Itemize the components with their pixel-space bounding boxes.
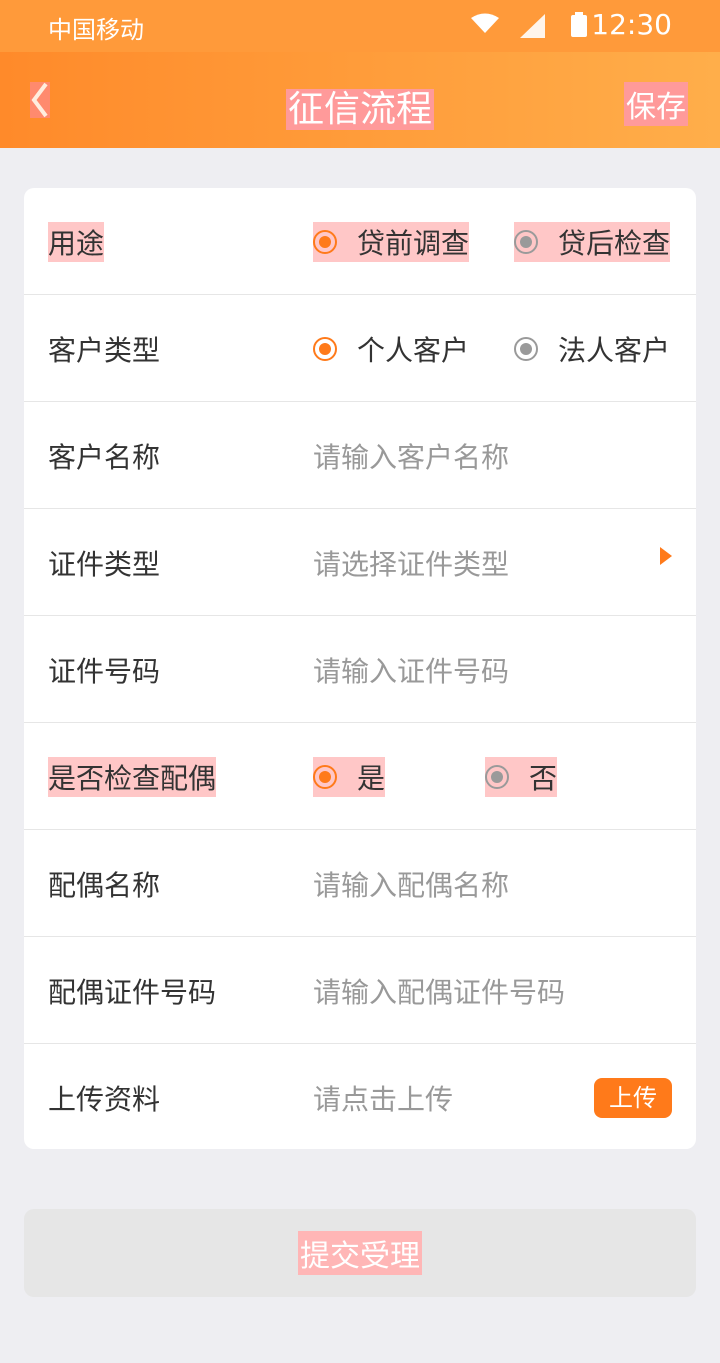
- id-number-input[interactable]: 请输入证件号码: [313, 650, 509, 690]
- id-number-label: 证件号码: [48, 655, 161, 688]
- radio-selected-icon: [313, 230, 337, 254]
- radio-label: 个人客户: [357, 334, 470, 367]
- nav-bar: 征信流程 保存: [0, 52, 720, 148]
- radio-corporate[interactable]: 法人客户: [514, 329, 670, 369]
- radio-selected-icon: [313, 765, 337, 789]
- spouse-id-input[interactable]: 请输入配偶证件号码: [313, 971, 565, 1011]
- radio-label: 否: [529, 762, 558, 795]
- radio-yes[interactable]: 是: [313, 757, 386, 797]
- upload-hint[interactable]: 请点击上传: [313, 1078, 453, 1118]
- customer-type-label: 客户类型: [48, 334, 161, 367]
- radio-no[interactable]: 否: [485, 757, 558, 797]
- save-button[interactable]: 保存: [624, 82, 688, 126]
- row-id-number: 证件号码 请输入证件号码: [24, 616, 696, 723]
- row-usage: 用途 贷前调查 贷后检查: [24, 188, 696, 295]
- row-id-type[interactable]: 证件类型 请选择证件类型: [24, 509, 696, 616]
- id-type-label: 证件类型: [48, 548, 161, 581]
- usage-label: 用途: [48, 222, 105, 262]
- upload-button[interactable]: 上传: [594, 1078, 672, 1118]
- radio-unselected-icon: [514, 337, 538, 361]
- clock: 12:30: [591, 8, 672, 41]
- radio-label: 法人客户: [558, 334, 671, 367]
- customer-name-input[interactable]: 请输入客户名称: [313, 436, 509, 476]
- wifi-icon: [470, 12, 500, 38]
- radio-post-loan[interactable]: 贷后检查: [514, 222, 671, 262]
- radio-pre-loan[interactable]: 贷前调查: [313, 222, 470, 262]
- radio-unselected-icon: [514, 230, 538, 254]
- radio-selected-icon: [313, 337, 337, 361]
- row-upload: 上传资料 请点击上传 上传: [24, 1044, 696, 1149]
- spouse-id-label: 配偶证件号码: [48, 976, 217, 1009]
- check-spouse-label: 是否检查配偶: [48, 757, 217, 797]
- submit-label: 提交受理: [298, 1231, 422, 1275]
- radio-unselected-icon: [485, 765, 509, 789]
- spouse-name-label: 配偶名称: [48, 869, 161, 902]
- radio-label: 贷后检查: [558, 227, 671, 260]
- customer-name-label: 客户名称: [48, 441, 161, 474]
- radio-label: 贷前调查: [357, 227, 470, 260]
- chevron-right-icon: [660, 547, 672, 565]
- row-check-spouse: 是否检查配偶 是 否: [24, 723, 696, 830]
- row-spouse-name: 配偶名称 请输入配偶名称: [24, 830, 696, 937]
- row-customer-name: 客户名称 请输入客户名称: [24, 402, 696, 509]
- battery-icon: [570, 12, 588, 38]
- submit-button[interactable]: 提交受理: [24, 1209, 696, 1297]
- spouse-name-input[interactable]: 请输入配偶名称: [313, 864, 509, 904]
- page-title: 征信流程: [0, 80, 720, 132]
- id-type-select[interactable]: 请选择证件类型: [313, 543, 509, 583]
- status-bar: 中国移动 12:30: [0, 0, 720, 52]
- row-customer-type: 客户类型 个人客户 法人客户: [24, 295, 696, 402]
- form-card: 用途 贷前调查 贷后检查 客户类型 个人客户 法人客户 客户名称 请输入客户名称…: [24, 188, 696, 1149]
- radio-label: 是: [357, 762, 386, 795]
- row-spouse-id: 配偶证件号码 请输入配偶证件号码: [24, 937, 696, 1044]
- carrier: 中国移动: [48, 16, 144, 44]
- page-title-text: 征信流程: [285, 89, 434, 130]
- signal-icon: [520, 14, 546, 42]
- radio-individual[interactable]: 个人客户: [313, 329, 469, 369]
- upload-label: 上传资料: [48, 1083, 161, 1116]
